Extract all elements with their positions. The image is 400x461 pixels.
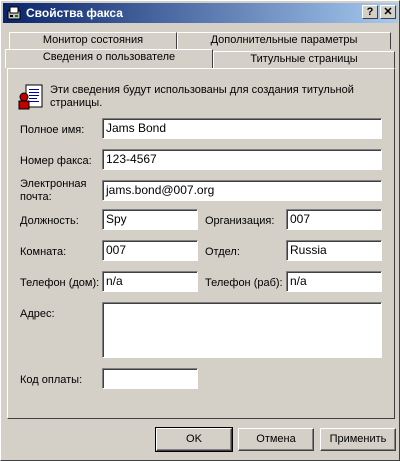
tab-panel: Эти сведения будут использованы для созд… (7, 68, 395, 419)
cancel-button[interactable]: Отмена (238, 428, 314, 451)
tab-advanced-options[interactable]: Дополнительные параметры (177, 32, 391, 49)
job-title-field[interactable]: Spy (102, 209, 198, 230)
email-label-line1: Электронная (20, 178, 87, 190)
tab-label: Сведения о пользователе (42, 51, 176, 63)
address-label: Адрес: (20, 308, 55, 320)
home-phone-label: Телефон (дом): (20, 277, 100, 289)
billing-code-label: Код оплаты: (20, 374, 83, 386)
full-name-field[interactable]: Jams Bond (102, 118, 382, 139)
info-text-line1: Эти сведения будут использованы для созд… (50, 84, 354, 96)
billing-code-field[interactable] (102, 368, 198, 389)
job-title-label: Должность: (20, 215, 79, 227)
apply-button[interactable]: Применить (320, 428, 396, 451)
department-field[interactable]: Russia (286, 240, 382, 261)
company-label: Организация: (205, 215, 275, 227)
title-bar[interactable]: Свойства факса ? ✕ (3, 3, 398, 23)
full-name-label: Полное имя: (20, 124, 85, 136)
department-label: Отдел: (205, 246, 240, 258)
work-phone-field[interactable]: n/a (286, 271, 382, 292)
tab-cover-pages[interactable]: Титульные страницы (213, 51, 395, 68)
tab-status-monitor[interactable]: Монитор состояния (9, 32, 177, 49)
window-title: Свойства факса (26, 6, 123, 20)
close-icon: ✕ (383, 6, 393, 18)
fax-number-field[interactable]: 123-4567 (102, 149, 382, 170)
tab-label: Монитор состояния (42, 34, 144, 46)
tab-user-info[interactable]: Сведения о пользователе (5, 49, 213, 68)
address-field[interactable] (102, 302, 382, 358)
info-text-line2: страницы. (50, 97, 103, 109)
office-field[interactable]: 007 (102, 240, 198, 261)
close-button[interactable]: ✕ (380, 5, 396, 19)
tab-label: Титульные страницы (250, 53, 358, 65)
contact-card-icon (18, 84, 43, 110)
company-field[interactable]: 007 (286, 209, 382, 230)
help-button[interactable]: ? (362, 5, 378, 19)
fax-app-icon (7, 6, 21, 20)
home-phone-field[interactable]: n/a (102, 271, 198, 292)
help-icon: ? (366, 6, 374, 18)
email-label-line2: почта: (20, 191, 52, 203)
fax-number-label: Номер факса: (20, 155, 92, 167)
fax-properties-window: Свойства факса ? ✕ Монитор состояния Доп… (0, 0, 400, 461)
tab-label: Дополнительные параметры (210, 34, 358, 46)
office-label: Комната: (20, 246, 67, 258)
email-field[interactable]: jams.bond@007.org (102, 180, 382, 201)
ok-button[interactable]: OK (155, 427, 233, 452)
work-phone-label: Телефон (раб): (205, 277, 283, 289)
